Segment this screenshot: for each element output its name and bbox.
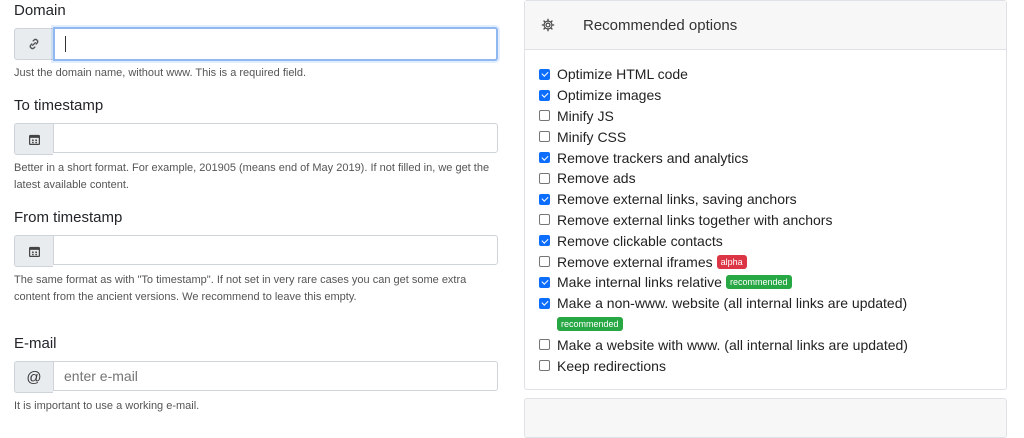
option-checkbox[interactable]: [539, 256, 550, 268]
email-help: It is important to use a working e-mail.: [14, 400, 200, 412]
option-item[interactable]: Make a non-www. website (all internal li…: [539, 293, 908, 314]
alpha-badge: alpha: [716, 254, 747, 269]
option-item[interactable]: Remove external links, saving anchors: [539, 189, 908, 210]
option-checkbox[interactable]: [539, 68, 550, 80]
option-checkbox[interactable]: [539, 89, 550, 101]
domain-input-group: [14, 27, 498, 61]
option-label: Minify CSS: [557, 128, 627, 145]
option-label: Make internal links relative: [557, 274, 722, 291]
option-label: Optimize images: [557, 87, 662, 104]
email-field[interactable]: [53, 361, 498, 391]
from-timestamp-input[interactable]: [53, 235, 498, 265]
option-checkbox[interactable]: [539, 235, 550, 247]
option-item[interactable]: Optimize images: [539, 85, 908, 106]
option-item[interactable]: Minify JS: [539, 106, 908, 127]
option-label: Minify JS: [557, 107, 614, 124]
option-checkbox[interactable]: [539, 193, 550, 205]
from-timestamp-input-group: [14, 235, 498, 267]
option-item[interactable]: Optimize HTML code: [539, 64, 908, 85]
calendar-icon: [14, 235, 53, 267]
option-item[interactable]: Make internal links relative recommended: [539, 272, 908, 293]
to-timestamp-help: Better in a short format. For example, 2…: [14, 162, 490, 191]
email-input-group: @: [14, 361, 498, 393]
option-checkbox[interactable]: [539, 110, 550, 122]
option-badge-line: recommended: [539, 314, 908, 335]
option-label: Keep redirections: [557, 357, 666, 374]
option-label: Remove external links together with anch…: [557, 211, 833, 228]
to-timestamp-label: To timestamp: [14, 97, 104, 114]
option-item[interactable]: Make a website with www. (all internal l…: [539, 334, 908, 355]
option-checkbox[interactable]: [539, 360, 550, 372]
option-item[interactable]: Remove external links together with anch…: [539, 210, 908, 231]
option-item[interactable]: Remove ads: [539, 168, 908, 189]
option-label: Remove external links, saving anchors: [557, 191, 797, 208]
option-item[interactable]: Remove trackers and analytics: [539, 147, 908, 168]
option-label: Make a website with www. (all internal l…: [557, 336, 908, 353]
option-checkbox[interactable]: [539, 339, 550, 351]
from-timestamp-help: The same format as with "To timestamp". …: [14, 274, 467, 303]
domain-input[interactable]: [53, 27, 498, 61]
recommended-badge: recommended: [725, 275, 792, 290]
domain-label: Domain: [14, 2, 66, 19]
option-label: Remove external iframes: [557, 253, 713, 270]
recommended-badge: recommended: [557, 316, 623, 331]
option-item[interactable]: Minify CSS: [539, 126, 908, 147]
to-timestamp-input[interactable]: [53, 123, 498, 153]
link-icon: [14, 28, 53, 60]
options-list: Optimize HTML code Optimize images Minify …: [539, 64, 908, 376]
option-checkbox[interactable]: [539, 297, 550, 309]
option-label: Remove clickable contacts: [557, 232, 723, 249]
option-item[interactable]: Keep redirections: [539, 355, 908, 376]
option-label: Remove trackers and analytics: [557, 149, 749, 166]
option-label: Make a non-www. website (all internal li…: [557, 295, 908, 312]
option-checkbox[interactable]: [539, 131, 550, 143]
panel-header: Recommended options: [525, 1, 1006, 50]
from-timestamp-label: From timestamp: [14, 209, 123, 226]
text-caret: [65, 36, 66, 52]
advanced-options-panel[interactable]: [524, 398, 1007, 438]
gear-icon: [541, 18, 555, 32]
calendar-icon: [14, 123, 53, 155]
to-timestamp-input-group: [14, 123, 498, 155]
domain-help: Just the domain name, without www. This …: [14, 67, 307, 79]
option-checkbox[interactable]: [539, 172, 550, 184]
option-item[interactable]: Remove external iframes alpha: [539, 251, 908, 272]
option-item[interactable]: Remove clickable contacts: [539, 230, 908, 251]
at-sign-icon: @: [14, 361, 53, 393]
option-checkbox[interactable]: [539, 152, 550, 164]
panel-title: Recommended options: [583, 16, 738, 34]
option-checkbox[interactable]: [539, 276, 550, 288]
recommended-options-panel: Recommended options Optimize HTML code Op…: [524, 0, 1007, 390]
option-label: Remove ads: [557, 170, 636, 187]
email-label: E-mail: [14, 335, 57, 352]
option-checkbox[interactable]: [539, 214, 550, 226]
option-label: Optimize HTML code: [557, 66, 688, 83]
